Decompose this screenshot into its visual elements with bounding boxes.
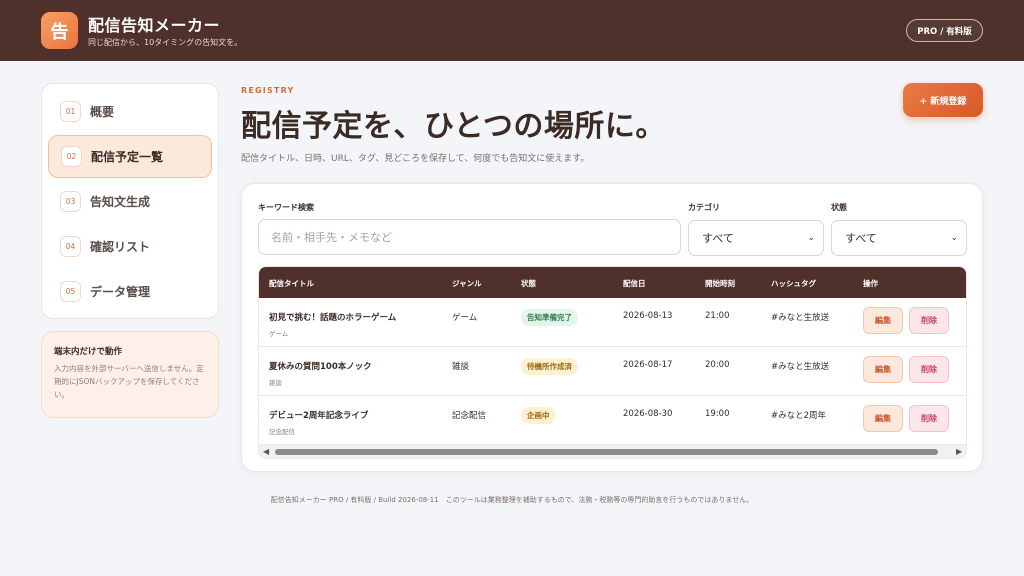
sidebar-item-label: データ管理 [90,285,151,299]
row-date: 2026-08-30 [623,409,673,419]
section-eyebrow: REGISTRY [241,86,295,95]
status-badge: 待機所作成済 [521,358,578,375]
chevron-down-icon: ⌄ [807,233,815,243]
app-logo: 告 [41,12,78,49]
row-title: 初見で挑む！話題のホラーゲーム [269,313,397,323]
row-hashtag: #みなと2周年 [771,411,827,421]
column-header: 配信日 [623,279,646,288]
status-badge: 企画中 [521,407,556,424]
column-header: 配信タイトル [269,279,314,288]
delete-button[interactable]: 削除 [909,356,949,383]
app-title: 配信告知メーカー [88,16,221,35]
chevron-down-icon: ⌄ [950,233,958,243]
column-header: 状態 [521,279,536,288]
sidebar-item-data[interactable]: 05 データ管理 [48,270,212,313]
status-select-value: すべて [845,232,877,245]
schedule-panel: キーワード検索 カテゴリ すべて ⌄ 状態 すべて ⌄ 配信タイトル ジャンル … [241,183,983,472]
note-body: 入力内容を外部サーバーへ送信しません。定期的にJSONバックアップを保存してくだ… [54,364,204,399]
sidebar-item-checklist[interactable]: 04 確認リスト [48,225,212,268]
column-header: ジャンル [452,279,482,288]
local-only-note: 端末内だけで動作 入力内容を外部サーバーへ送信しません。定期的にJSONバックア… [41,331,219,418]
sidebar-item-label: 概要 [90,105,115,119]
scroll-left-icon[interactable]: ◀ [263,447,269,456]
table-row: 夏休みの質問100本ノック 雑談 雑談 待機所作成済 2026-08-17 20… [259,347,966,396]
plan-badge: PRO / 有料版 [906,19,983,42]
schedule-table: 配信タイトル ジャンル 状態 配信日 開始時刻 ハッシュタグ 操作 初見で挑む！… [258,266,967,459]
sidebar-item-number: 03 [60,191,81,212]
scroll-right-icon[interactable]: ▶ [956,447,962,456]
edit-button[interactable]: 編集 [863,356,903,383]
row-hashtag: #みなと生放送 [771,362,830,372]
app-subtitle: 同じ配信から、10タイミングの告知文を。 [88,38,243,47]
row-genre: 記念配信 [452,411,487,421]
category-select-value: すべて [702,232,734,245]
sidebar-item-label: 告知文生成 [90,195,151,209]
sidebar-item-label: 確認リスト [90,240,151,254]
category-label: カテゴリ [688,203,720,212]
row-subtitle: 記念配信 [269,428,295,436]
sidebar-item-number: 05 [60,281,81,302]
sidebar-item-overview[interactable]: 01 概要 [48,90,212,133]
new-entry-button[interactable]: + 新規登録 [903,83,983,117]
table-row: デビュー2周年記念ライブ 記念配信 記念配信 企画中 2026-08-30 19… [259,396,966,445]
column-header: ハッシュタグ [771,279,816,288]
edit-button[interactable]: 編集 [863,405,903,432]
row-subtitle: 雑談 [269,379,282,387]
scrollbar-thumb[interactable] [275,449,938,455]
category-select[interactable]: すべて ⌄ [688,220,824,256]
sidebar-item-number: 02 [61,146,82,167]
page-title: 配信予定を、ひとつの場所に。 [241,109,666,144]
sidebar-item-schedule-list[interactable]: 02 配信予定一覧 [48,135,212,178]
row-time: 19:00 [705,409,730,419]
table-header: 配信タイトル ジャンル 状態 配信日 開始時刻 ハッシュタグ 操作 [259,267,966,298]
row-subtitle: ゲーム [269,330,289,338]
note-title: 端末内だけで動作 [54,347,123,357]
horizontal-scrollbar[interactable]: ◀ ▶ [259,445,966,458]
keyword-label: キーワード検索 [258,203,314,212]
edit-button[interactable]: 編集 [863,307,903,334]
row-genre: 雑談 [452,362,470,372]
sidebar-item-label: 配信予定一覧 [91,150,164,164]
keyword-search-input[interactable] [258,219,681,255]
row-hashtag: #みなと生放送 [771,313,830,323]
status-label: 状態 [831,203,847,212]
column-header: 開始時刻 [705,279,735,288]
sidebar-item-number: 04 [60,236,81,257]
sidebar-item-number: 01 [60,101,81,122]
delete-button[interactable]: 削除 [909,307,949,334]
page-footer: 配信告知メーカー PRO / 有料版 / Build 2026-08-11 この… [270,496,754,504]
sidebar-nav: 01 概要 02 配信予定一覧 03 告知文生成 04 確認リスト 05 データ… [41,83,219,319]
column-header: 操作 [863,279,878,288]
row-time: 20:00 [705,360,730,370]
row-date: 2026-08-17 [623,360,673,370]
row-time: 21:00 [705,311,730,321]
status-select[interactable]: すべて ⌄ [831,220,967,256]
sidebar-item-generate[interactable]: 03 告知文生成 [48,180,212,223]
delete-button[interactable]: 削除 [909,405,949,432]
row-title: デビュー2周年記念ライブ [269,411,369,421]
page-description: 配信タイトル、日時、URL、タグ、見どころを保存して、何度でも告知文に使えます。 [241,154,590,164]
row-genre: ゲーム [452,313,478,323]
row-date: 2026-08-13 [623,311,673,321]
status-badge: 告知準備完了 [521,309,578,326]
table-row: 初見で挑む！話題のホラーゲーム ゲーム ゲーム 告知準備完了 2026-08-1… [259,298,966,347]
app-header: 告 配信告知メーカー 同じ配信から、10タイミングの告知文を。 PRO / 有料… [0,0,1024,61]
row-title: 夏休みの質問100本ノック [269,362,372,372]
